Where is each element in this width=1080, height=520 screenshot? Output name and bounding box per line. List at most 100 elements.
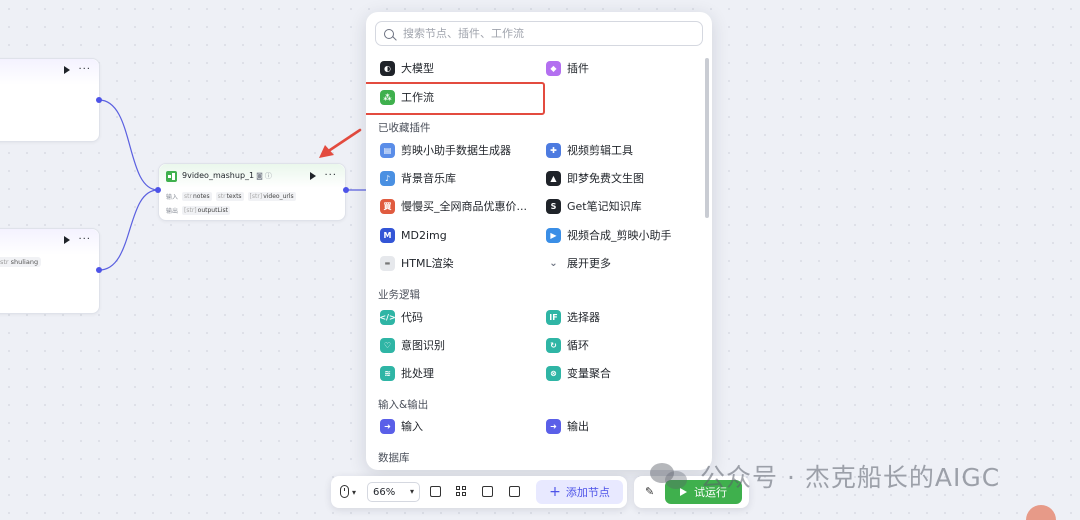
node-item-llm[interactable]: ◐ 大模型	[380, 58, 434, 78]
chip-type: str	[217, 193, 226, 200]
minimap-icon[interactable]	[509, 486, 520, 497]
workflow-node-upper[interactable]: ···	[0, 58, 100, 142]
plugin-item[interactable]: ▤ 剪映小助手数据生成器	[380, 140, 511, 160]
llm-icon: ◐	[380, 60, 395, 76]
section-favorites: 已收藏插件	[378, 122, 431, 134]
chevron-down-icon[interactable]: ▾	[352, 488, 356, 497]
item-label: 变量聚合	[567, 367, 611, 380]
item-label: 剪映小助手数据生成器	[401, 144, 511, 157]
param-type: str	[0, 258, 9, 266]
workflow-node-lower[interactable]: ··· str shuliang	[0, 228, 100, 314]
search-box[interactable]	[375, 21, 703, 46]
outputs-label: 输出	[166, 208, 179, 215]
more-icon[interactable]: ···	[324, 171, 337, 181]
input-port[interactable]	[155, 187, 161, 193]
input-chip: strnotes	[182, 192, 212, 201]
mouse-icon[interactable]	[340, 485, 349, 498]
output-port[interactable]	[96, 267, 102, 273]
info-icon[interactable]: ⓘ	[265, 172, 272, 180]
item-label: MD2img	[401, 228, 447, 242]
chip-name: outputList	[197, 207, 228, 214]
expand-more-button[interactable]: ⌄ 展开更多	[546, 253, 611, 273]
node-item-batch[interactable]: ≋ 批处理	[380, 363, 434, 383]
watermark-text: 公众号 · 杰克船长的AIGC	[700, 463, 1001, 492]
music-library-icon: ♪	[380, 170, 395, 186]
condition-icon: IF	[546, 309, 561, 325]
node-item-code[interactable]: </> 代码	[379, 307, 423, 327]
highlight-box	[366, 82, 545, 115]
more-icon[interactable]: ···	[78, 235, 91, 245]
param-tag: str shuliang	[0, 257, 42, 267]
output-port[interactable]	[96, 97, 102, 103]
jimeng-icon: ▲	[546, 170, 561, 186]
item-label: HTML渲染	[401, 257, 454, 270]
item-label: 背景音乐库	[401, 172, 456, 185]
item-label: Get笔记知识库	[567, 200, 642, 213]
html-render-icon: ▬	[380, 255, 395, 271]
plugin-item[interactable]: ▬ HTML渲染	[380, 253, 454, 273]
jianying-data-icon: ▤	[380, 142, 395, 158]
zoom-select[interactable]: 66% ▾	[367, 482, 420, 502]
item-label: 输出	[567, 420, 589, 433]
plugin-item[interactable]: 買 慢慢买_全网商品优惠价...	[380, 196, 527, 216]
plugin-item[interactable]: ♪ 背景音乐库	[380, 168, 456, 188]
item-label: 意图识别	[401, 339, 445, 352]
manmanmai-icon: 買	[380, 198, 395, 214]
input-icon: ➜	[380, 418, 395, 434]
play-icon[interactable]	[64, 66, 71, 74]
plugin-item[interactable]: S Get笔记知识库	[546, 196, 642, 216]
plugin-icon: ◆	[546, 60, 561, 76]
node-item-output[interactable]: ➜ 输出	[546, 416, 589, 436]
input-chip: strtexts	[215, 192, 244, 201]
chevron-down-icon: ⌄	[549, 257, 558, 269]
item-label: 视频剪辑工具	[567, 144, 633, 157]
node-item-variable-merge[interactable]: ⊗ 变量聚合	[546, 363, 611, 383]
layout-icon[interactable]	[456, 486, 467, 497]
copy-icon[interactable]: ◙	[256, 172, 263, 180]
scrollbar[interactable]	[705, 58, 709, 218]
output-port[interactable]	[343, 187, 349, 193]
node-item-intent[interactable]: ♡ 意图识别	[380, 335, 445, 355]
node-item-condition[interactable]: IF 选择器	[546, 307, 600, 327]
annotation-arrow	[319, 128, 362, 158]
more-icon[interactable]: ···	[78, 65, 91, 75]
node-title: 9video_mashup_1 ◙ ⓘ	[182, 171, 272, 181]
item-label: 选择器	[567, 311, 600, 324]
node-item-input[interactable]: ➜ 输入	[380, 416, 423, 436]
video-compose-icon: ▶	[546, 227, 561, 243]
plus-icon: +	[549, 484, 561, 500]
plugin-item[interactable]: ▶ 视频合成_剪映小助手	[546, 225, 672, 245]
node-outputs: 输出 [str]outputList	[166, 206, 230, 215]
output-chip: [str]outputList	[182, 206, 230, 215]
comment-icon[interactable]	[430, 486, 441, 497]
chip-type: str	[184, 193, 192, 200]
search-icon	[384, 28, 394, 39]
section-logic: 业务逻辑	[378, 289, 420, 301]
watermark: 公众号 · 杰克船长的AIGC	[650, 458, 1000, 494]
item-label: 代码	[401, 311, 423, 324]
param-name: shuliang	[10, 258, 39, 266]
workflow-node-9video-mashup[interactable]: 9video_mashup_1 ◙ ⓘ ··· 输入 strnotes strtex…	[158, 163, 346, 221]
node-item-plugin[interactable]: ◆ 插件	[546, 58, 589, 78]
connection-line-a	[98, 99, 159, 191]
add-node-button[interactable]: + 添加节点	[536, 480, 623, 504]
plugin-item[interactable]: ▲ 即梦免费文生图	[546, 168, 644, 188]
plugin-item[interactable]: M MD2img	[380, 225, 447, 245]
node-title-text: 9video_mashup_1	[182, 171, 255, 180]
search-input[interactable]	[403, 27, 683, 40]
chip-type: [str]	[184, 207, 197, 214]
plugin-item[interactable]: ✚ 视频剪辑工具	[546, 140, 633, 160]
play-icon[interactable]	[310, 172, 317, 180]
play-icon[interactable]	[64, 236, 71, 244]
output-icon: ➜	[546, 418, 561, 434]
video-edit-icon: ✚	[546, 142, 561, 158]
node-item-loop[interactable]: ↻ 循环	[546, 335, 589, 355]
md2img-icon: M	[380, 227, 395, 243]
variable-merge-icon: ⊗	[546, 365, 561, 381]
chip-name: video_urls	[263, 193, 294, 200]
zoom-value: 66%	[373, 486, 396, 498]
chip-name: texts	[226, 193, 242, 200]
chevron-down-icon: ▾	[409, 487, 414, 496]
item-label: 大模型	[401, 62, 434, 75]
image-icon[interactable]	[482, 486, 493, 497]
